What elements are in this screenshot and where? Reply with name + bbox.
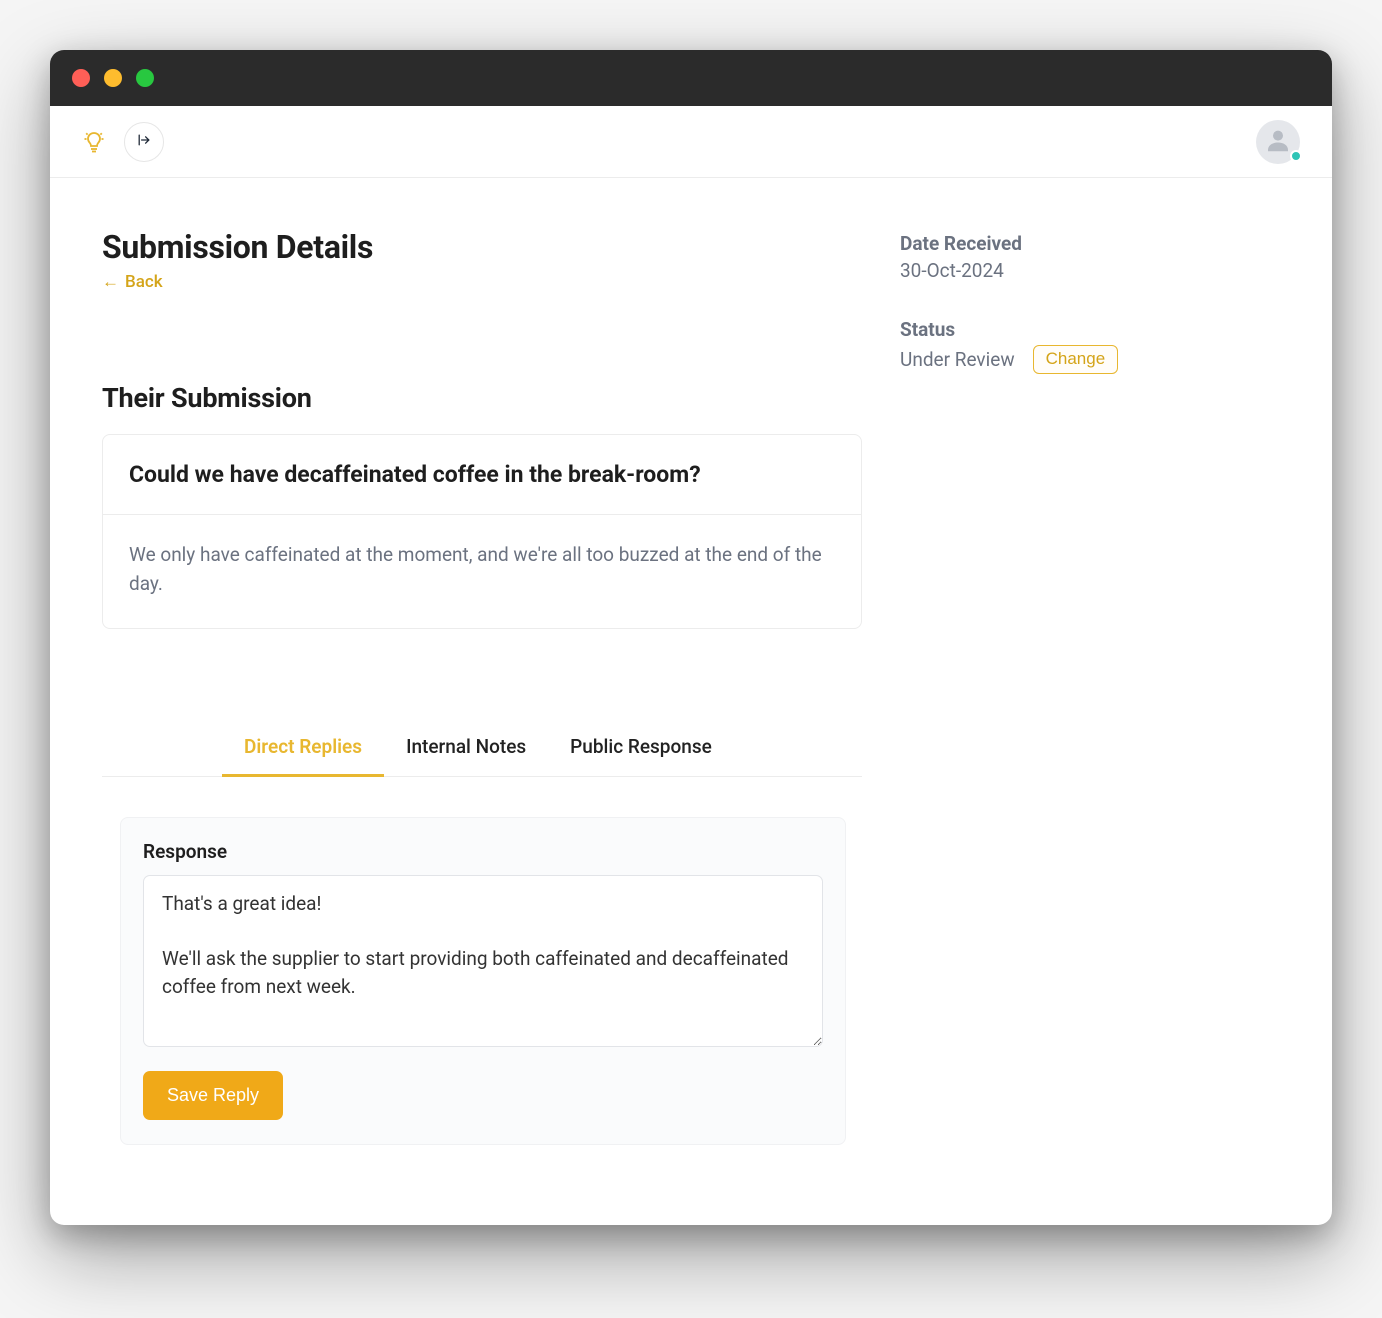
page-content: Submission Details ← Back Their Submissi… bbox=[50, 178, 1332, 1225]
submission-card: Could we have decaffeinated coffee in th… bbox=[102, 434, 862, 629]
their-submission-heading: Their Submission bbox=[102, 382, 862, 414]
response-label: Response bbox=[143, 840, 823, 863]
side-column: Date Received 30-Oct-2024 Status Under R… bbox=[900, 228, 1230, 374]
window-zoom-dot[interactable] bbox=[136, 69, 154, 87]
meta-date-received: Date Received 30-Oct-2024 bbox=[900, 232, 1230, 282]
user-menu[interactable] bbox=[1256, 120, 1300, 164]
status-label: Status bbox=[900, 318, 1230, 341]
main-column: Submission Details ← Back Their Submissi… bbox=[102, 228, 862, 1145]
presence-indicator bbox=[1290, 150, 1302, 162]
tab-internal-notes[interactable]: Internal Notes bbox=[384, 719, 548, 777]
app-window: Submission Details ← Back Their Submissi… bbox=[50, 50, 1332, 1225]
status-row: Under Review Change bbox=[900, 345, 1230, 374]
arrow-left-icon: ← bbox=[102, 272, 119, 292]
topbar-left-group bbox=[82, 122, 164, 162]
avatar-placeholder-icon bbox=[1263, 125, 1293, 159]
change-status-button[interactable]: Change bbox=[1033, 345, 1119, 374]
sidebar-toggle-button[interactable] bbox=[124, 122, 164, 162]
top-navbar bbox=[50, 106, 1332, 178]
window-titlebar bbox=[50, 50, 1332, 106]
response-panel: Response Save Reply bbox=[120, 817, 846, 1145]
sidebar-expand-icon bbox=[136, 132, 152, 151]
page-title: Submission Details bbox=[102, 228, 862, 266]
back-link-label: Back bbox=[125, 272, 163, 292]
date-received-label: Date Received bbox=[900, 232, 1230, 255]
tab-direct-replies[interactable]: Direct Replies bbox=[222, 719, 384, 777]
window-close-dot[interactable] bbox=[72, 69, 90, 87]
submission-title: Could we have decaffeinated coffee in th… bbox=[103, 435, 861, 514]
status-value: Under Review bbox=[900, 348, 1015, 371]
meta-status: Status Under Review Change bbox=[900, 318, 1230, 374]
response-tabs: Direct Replies Internal Notes Public Res… bbox=[102, 719, 862, 777]
lightbulb-icon bbox=[82, 130, 106, 154]
save-reply-button[interactable]: Save Reply bbox=[143, 1071, 283, 1120]
tab-public-response[interactable]: Public Response bbox=[548, 719, 734, 777]
date-received-value: 30-Oct-2024 bbox=[900, 259, 1230, 282]
response-textarea[interactable] bbox=[143, 875, 823, 1047]
submission-body: We only have caffeinated at the moment, … bbox=[103, 514, 861, 628]
window-minimize-dot[interactable] bbox=[104, 69, 122, 87]
back-link[interactable]: ← Back bbox=[102, 272, 163, 292]
